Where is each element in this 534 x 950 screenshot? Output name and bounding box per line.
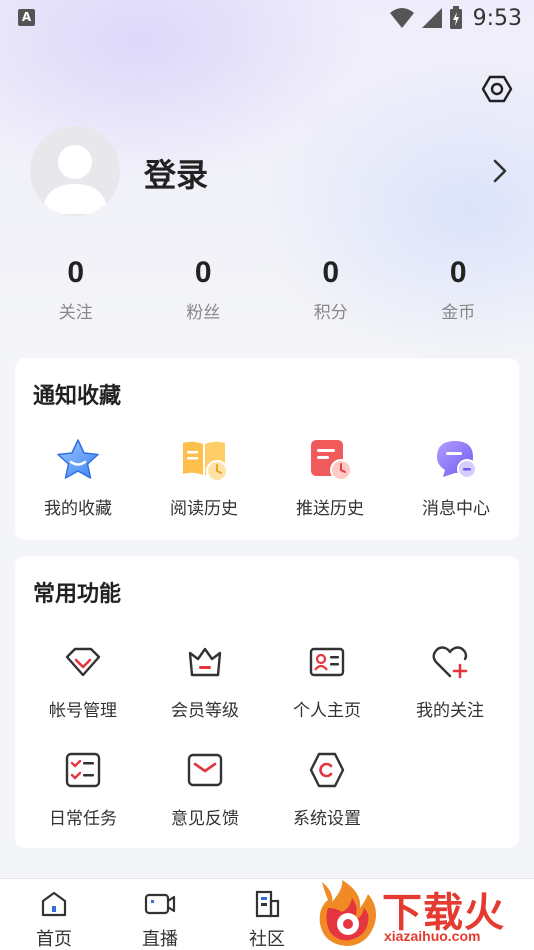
item-label: 我的关注	[416, 701, 484, 721]
nav-label: 社区	[249, 929, 285, 950]
feedback-item[interactable]: 意见反馈	[142, 746, 268, 829]
item-label: 帐号管理	[49, 701, 117, 721]
input-method-icon: A	[18, 9, 35, 26]
nav-live[interactable]: 直播	[120, 887, 200, 950]
system-settings-item[interactable]: 系统设置	[264, 746, 390, 829]
default-avatar-icon	[42, 145, 108, 214]
my-favorites-item[interactable]: 我的收藏	[15, 436, 141, 519]
read-history-item[interactable]: 阅读历史	[141, 436, 267, 519]
stats-row: 0 关注 0 粉丝 0 积分 0 金币	[12, 254, 522, 326]
my-following-item[interactable]: 我的关注	[387, 638, 513, 721]
account-diamond-icon	[65, 647, 101, 677]
nav-community[interactable]: 社区	[227, 887, 307, 950]
daily-tasks-item[interactable]: 日常任务	[20, 746, 146, 829]
building-icon	[255, 890, 280, 918]
signal-icon	[421, 8, 442, 28]
stat-fans[interactable]: 0 粉丝	[140, 254, 268, 326]
push-history-item[interactable]: 推送历史	[267, 436, 393, 519]
stat-label: 积分	[313, 303, 348, 323]
item-label: 我的收藏	[44, 499, 112, 519]
push-clock-icon	[311, 440, 352, 481]
stat-points[interactable]: 0 积分	[267, 254, 395, 326]
membership-level-item[interactable]: 会员等级	[142, 638, 268, 721]
login-label[interactable]: 登录	[144, 150, 208, 196]
crown-icon	[188, 647, 222, 677]
item-label: 个人主页	[293, 701, 361, 721]
watermark-url: xiazaihuo.com	[384, 928, 481, 944]
item-label: 意见反馈	[171, 809, 239, 829]
item-label: 阅读历史	[170, 499, 238, 519]
hex-settings-icon	[309, 752, 345, 788]
status-bar: A 9:53	[0, 0, 534, 36]
stat-value: 0	[449, 256, 467, 289]
stat-following[interactable]: 0 关注	[12, 254, 140, 326]
star-icon	[57, 439, 99, 479]
wifi-icon	[389, 8, 414, 28]
heart-plus-icon	[432, 646, 468, 679]
notifications-card: 通知收藏 我的收藏 阅读历史 推送历史 消息中心	[15, 358, 519, 540]
video-icon	[144, 893, 176, 915]
account-management-item[interactable]: 帐号管理	[20, 638, 146, 721]
notifications-title: 通知收藏	[33, 384, 122, 409]
clock: 9:53	[472, 5, 522, 31]
item-label: 消息中心	[422, 499, 490, 519]
item-label: 推送历史	[296, 499, 364, 519]
status-icons: 9:53	[389, 4, 522, 32]
stat-value: 0	[194, 256, 212, 289]
stat-label: 金币	[441, 303, 476, 323]
watermark-logo: 下载火 xiazaihuo.com	[312, 878, 534, 950]
item-label: 系统设置	[293, 809, 361, 829]
item-label: 会员等级	[171, 701, 239, 721]
stat-coins[interactable]: 0 金币	[395, 254, 523, 326]
battery-icon	[449, 6, 462, 29]
checklist-icon	[65, 752, 101, 788]
avatar[interactable]	[30, 126, 120, 216]
functions-card: 常用功能 帐号管理 会员等级 个人主页 我的关注 日常任务 意见反馈 系统设置	[15, 556, 519, 848]
nav-label: 直播	[142, 929, 178, 950]
nav-home[interactable]: 首页	[14, 887, 94, 950]
settings-hex-icon	[481, 75, 513, 103]
chevron-right-icon[interactable]	[490, 157, 510, 185]
flame-logo-icon	[319, 880, 376, 946]
stat-label: 关注	[58, 303, 93, 323]
stat-label: 粉丝	[186, 303, 221, 323]
personal-homepage-item[interactable]: 个人主页	[264, 638, 390, 721]
settings-button[interactable]	[479, 71, 515, 107]
stat-value: 0	[322, 256, 340, 289]
nav-label: 首页	[36, 929, 72, 950]
item-label: 日常任务	[49, 809, 117, 829]
home-icon	[41, 891, 67, 917]
id-card-icon	[309, 647, 345, 677]
stat-value: 0	[67, 256, 85, 289]
book-clock-icon	[183, 441, 228, 482]
functions-title: 常用功能	[33, 582, 122, 607]
envelope-icon	[187, 753, 223, 787]
message-center-item[interactable]: 消息中心	[393, 436, 519, 519]
chat-bubble-icon	[437, 441, 477, 479]
